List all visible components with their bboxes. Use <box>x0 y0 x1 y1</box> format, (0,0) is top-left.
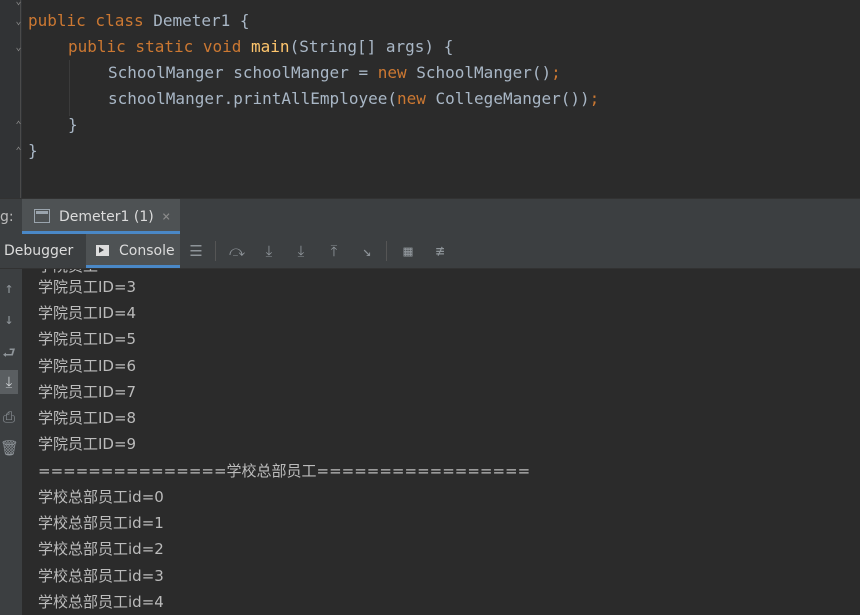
down-arrow-icon[interactable]: ↓ <box>0 307 18 331</box>
fold-marker-icon[interactable]: ⌄ <box>13 15 24 28</box>
console-line-separator: ===============学校总部员工================= <box>38 462 531 480</box>
console-line: 学校总部员工id=3 <box>38 567 164 585</box>
evaluate-expression-icon[interactable]: ▦ <box>399 242 417 260</box>
close-tab-icon[interactable]: × <box>162 199 170 235</box>
up-arrow-icon[interactable]: ↑ <box>0 276 18 300</box>
indent-guide <box>69 60 70 116</box>
console-line: 学院员工ID=3 <box>38 278 137 296</box>
console-output[interactable]: 学院员工 学院员工ID=3 学院员工ID=4 学院员工ID=5 学院员工ID=6… <box>22 269 860 615</box>
console-line: 学校总部员工id=4 <box>38 593 164 611</box>
gutter-divider <box>20 0 21 198</box>
menu-icon[interactable]: ☰ <box>187 242 205 260</box>
debug-tool-window-header: g: Demeter1 (1) × <box>0 198 860 235</box>
code-line-close-method: } <box>68 115 78 134</box>
console-line: 学院员工ID=7 <box>38 383 137 401</box>
console-line: 学院员工ID=5 <box>38 330 137 348</box>
debugger-toolbar: Debugger Console ☰ ⤼ ⤓ ⤓ ⤒ ↘ ▦ ≢ <box>0 234 860 269</box>
code-editor[interactable]: ⌄ ⌄ ⌄ ⌃ ⌃ public class Demeter1 { public… <box>0 0 860 198</box>
fold-marker-icon[interactable]: ⌄ <box>13 0 24 8</box>
toolbar-divider <box>386 241 387 261</box>
console-line: 学校总部员工id=0 <box>38 488 164 506</box>
code-line-class-decl: public class Demeter1 { <box>28 11 250 30</box>
trace-icon[interactable]: ≢ <box>431 242 449 260</box>
run-tab-title: Demeter1 (1) <box>59 209 154 225</box>
console-line: 学校总部员工id=1 <box>38 514 164 532</box>
toolbar-divider <box>215 241 216 261</box>
console-line: 学院员工ID=6 <box>38 357 137 375</box>
debug-label: g: <box>0 209 14 225</box>
console-line: 学院员工ID=9 <box>38 435 137 453</box>
tab-console-label[interactable]: Console <box>119 234 175 268</box>
trash-icon[interactable]: 🗑 <box>0 436 19 460</box>
fold-end-marker-icon[interactable]: ⌃ <box>13 119 24 132</box>
run-window-icon <box>34 209 50 223</box>
code-line-print-all-employee: schoolManger.printAllEmployee(new Colleg… <box>108 89 600 108</box>
tab-debugger[interactable]: Debugger <box>4 234 73 268</box>
console-side-toolbar: ↑ ↓ ⮐ ⤓ ⎙ 🗑 <box>0 269 22 615</box>
show-execution-point-icon[interactable]: ⤼ <box>228 242 246 260</box>
fold-marker-icon[interactable]: ⌄ <box>13 41 24 54</box>
console-icon <box>96 245 109 256</box>
code-line-main-decl: public static void main(String[] args) { <box>68 37 454 56</box>
soft-wrap-icon[interactable]: ⮐ <box>0 341 18 365</box>
scroll-to-end-icon[interactable]: ⤓ <box>0 370 18 394</box>
code-line-new-school-manger: SchoolManger schoolManger = new SchoolMa… <box>108 63 561 82</box>
code-line-close-class: } <box>28 141 38 160</box>
step-out-icon[interactable]: ⤒ <box>325 242 343 260</box>
step-over-icon[interactable]: ⤓ <box>260 242 278 260</box>
step-into-icon[interactable]: ⤓ <box>292 242 310 260</box>
console-line: 学院员工ID=4 <box>38 304 137 322</box>
editor-gutter[interactable] <box>0 0 22 198</box>
fold-end-marker-icon[interactable]: ⌃ <box>13 145 24 158</box>
print-icon[interactable]: ⎙ <box>0 405 18 429</box>
run-to-cursor-icon[interactable]: ↘ <box>358 242 376 260</box>
console-line: 学校总部员工id=2 <box>38 540 164 558</box>
console-line: 学院员工ID=8 <box>38 409 137 427</box>
